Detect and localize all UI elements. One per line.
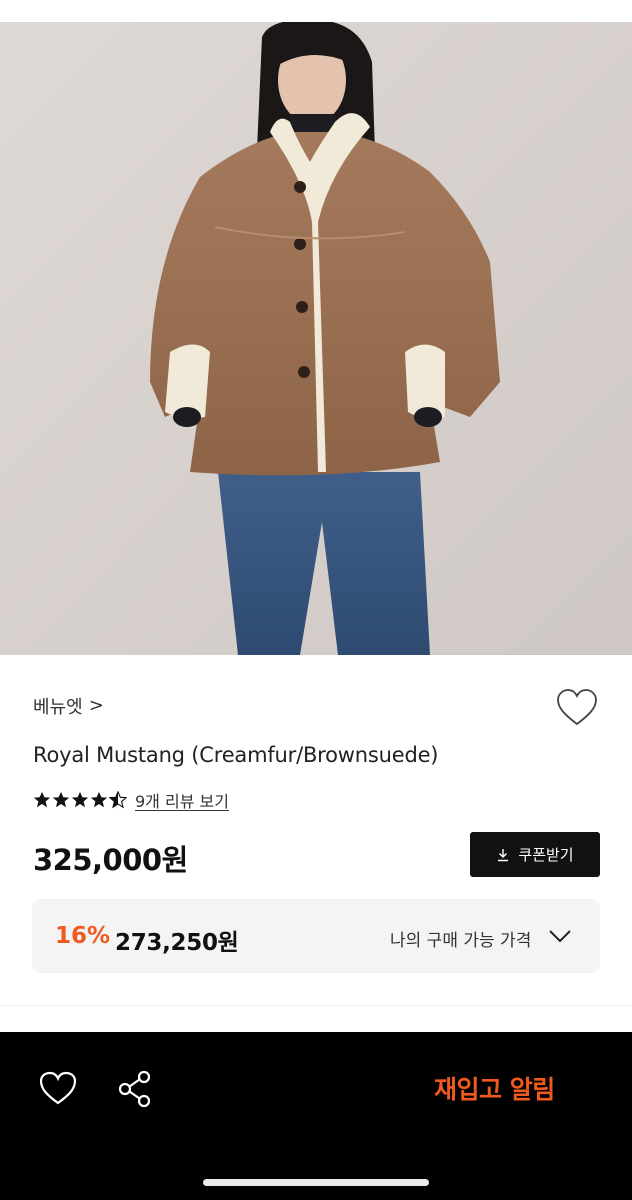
review-link[interactable]: 9개 리뷰 보기 xyxy=(135,788,229,812)
coupon-button[interactable]: 쿠폰받기 xyxy=(470,832,600,877)
heart-icon xyxy=(557,689,597,726)
discount-rate: 16% xyxy=(55,923,111,949)
brand-name[interactable]: 베뉴엣 xyxy=(33,693,83,719)
star-icon xyxy=(33,791,51,808)
star-icon xyxy=(52,791,70,808)
star-icon xyxy=(90,791,108,808)
bottom-wishlist-button[interactable] xyxy=(38,1070,78,1108)
product-title: Royal Mustang (Creamfur/Brownsuede) xyxy=(33,743,439,767)
discount-price: 273,250원 xyxy=(115,930,239,956)
chevron-right-icon: > xyxy=(88,695,104,716)
discount-price-box[interactable]: 16% 273,250원 나의 구매 가능 가격 xyxy=(32,899,600,973)
product-photo xyxy=(0,22,632,655)
half-star-icon xyxy=(109,791,127,809)
original-price: 325,000원 xyxy=(33,843,188,877)
my-price-label: 나의 구매 가능 가격 xyxy=(390,931,532,951)
home-indicator xyxy=(203,1179,429,1186)
heart-icon xyxy=(39,1071,77,1105)
download-icon xyxy=(498,848,509,861)
wishlist-button[interactable] xyxy=(555,688,599,728)
star-icon xyxy=(71,791,89,808)
product-image[interactable] xyxy=(0,22,632,655)
top-safe-area xyxy=(0,0,632,22)
restock-alert-button[interactable]: 재입고 알림 xyxy=(434,1070,555,1106)
coupon-button-label: 쿠폰받기 xyxy=(518,846,574,864)
rating-row: 9개 리뷰 보기 xyxy=(33,788,229,812)
chevron-down-icon[interactable] xyxy=(547,925,573,947)
share-button[interactable] xyxy=(114,1068,156,1110)
product-info-panel: 베뉴엣 > Royal Mustang (Creamfur/Brownsuede… xyxy=(0,655,632,1005)
bottom-action-bar: 재입고 알림 xyxy=(0,1032,632,1200)
brand-link[interactable]: 베뉴엣 > xyxy=(33,693,104,719)
star-rating xyxy=(33,791,127,809)
share-icon xyxy=(118,1070,151,1108)
section-divider xyxy=(0,1005,632,1034)
